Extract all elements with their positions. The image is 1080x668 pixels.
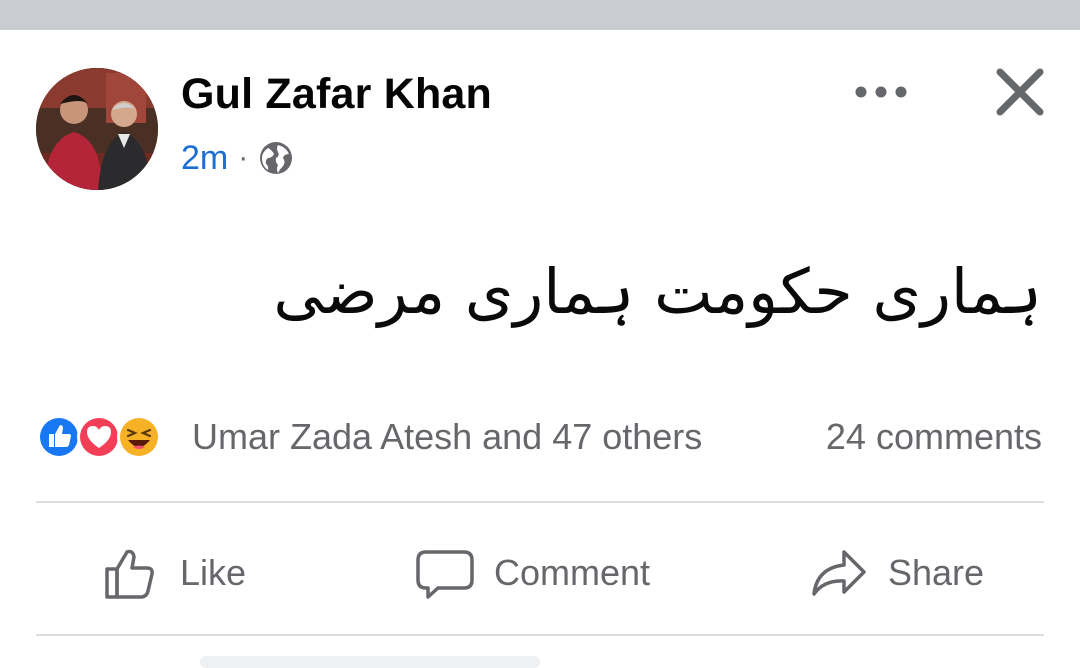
divider-bottom xyxy=(36,634,1044,636)
share-icon xyxy=(812,550,866,596)
share-label: Share xyxy=(888,552,985,593)
comment-label: Comment xyxy=(494,552,651,593)
globe-icon xyxy=(260,142,293,174)
like-icon xyxy=(105,549,154,599)
like-label: Like xyxy=(180,552,247,593)
avatar-photo xyxy=(36,68,158,190)
comment-icon xyxy=(416,550,474,599)
post-time[interactable]: 2m xyxy=(181,139,228,178)
meta-separator: · xyxy=(238,141,249,174)
comments-count[interactable]: 24 comments xyxy=(826,416,1042,458)
close-button[interactable] xyxy=(990,62,1050,122)
next-comment-peek xyxy=(200,656,540,668)
comment-button[interactable]: Comment xyxy=(414,533,650,613)
author-name[interactable]: Gul Zafar Khan xyxy=(181,70,492,119)
more-dots-icon xyxy=(855,86,907,98)
post-meta: 2m · xyxy=(181,136,294,180)
reaction-summary[interactable]: Umar Zada Atesh and 47 others xyxy=(192,416,702,458)
share-button[interactable]: Share xyxy=(808,533,984,613)
reaction-icons[interactable] xyxy=(36,412,186,462)
more-options-button[interactable] xyxy=(846,72,916,112)
divider-top xyxy=(36,501,1044,503)
like-reaction-icon xyxy=(37,415,81,459)
haha-reaction-icon xyxy=(117,415,161,459)
like-button[interactable]: Like xyxy=(100,533,246,613)
post-text: ہماری حکومت ہماری مرضی xyxy=(273,255,1042,328)
love-reaction-icon xyxy=(77,415,121,459)
top-status-strip xyxy=(0,0,1080,30)
close-icon xyxy=(996,68,1044,116)
author-avatar[interactable] xyxy=(36,68,158,190)
